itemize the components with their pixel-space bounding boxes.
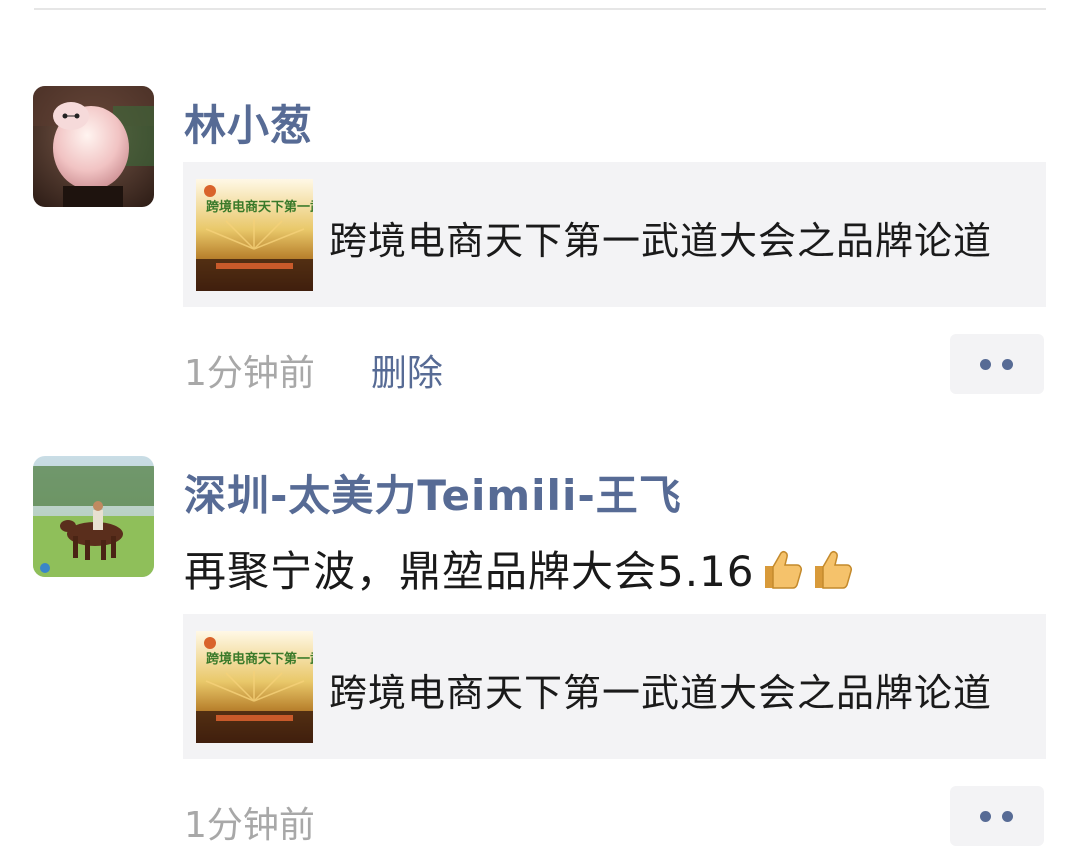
post-meta: 1分钟前 [184,796,315,848]
link-thumbnail: 跨境电商天下第一武道 [196,631,313,743]
more-dots-icon-2 [1002,811,1013,822]
post-meta: 1分钟前 删除 [184,344,443,396]
more-options-button[interactable] [950,334,1044,394]
event-poster-icon: 跨境电商天下第一武道 [196,179,313,291]
avatar[interactable] [33,86,154,207]
author-name[interactable]: 深圳-太美力Teimili-王飞 [184,462,682,523]
more-dots-icon [980,359,991,370]
author-name[interactable]: 林小葱 [184,92,313,153]
poster-overlay-text: 跨境电商天下第一武道 [206,199,313,215]
horse-rider-avatar-icon [33,456,154,577]
poster-overlay-text: 跨境电商天下第一武道 [206,651,313,667]
thumbs-up-icon [764,551,802,589]
post-body: 再聚宁波，鼎堃品牌大会5.16 [184,547,755,596]
thumbs-up-icon [814,551,852,589]
link-title: 跨境电商天下第一武道大会之品牌论道 [329,219,993,263]
big-white-robot-avatar-icon [33,86,154,207]
timestamp: 1分钟前 [184,353,315,394]
link-title: 跨境电商天下第一武道大会之品牌论道 [329,671,993,715]
more-dots-icon-2 [1002,359,1013,370]
more-dots-icon [980,811,991,822]
delete-link[interactable]: 删除 [371,353,443,394]
top-divider [34,8,1046,10]
link-card[interactable]: 跨境电商天下第一武道 跨境电商天下第一武道大会之品牌论道 [183,162,1046,307]
post-text: 再聚宁波，鼎堃品牌大会5.16 [184,538,855,599]
avatar[interactable] [33,456,154,577]
more-options-button[interactable] [950,786,1044,846]
link-thumbnail: 跨境电商天下第一武道 [196,179,313,291]
link-card[interactable]: 跨境电商天下第一武道 跨境电商天下第一武道大会之品牌论道 [183,614,1046,759]
timestamp: 1分钟前 [184,805,315,846]
event-poster-icon: 跨境电商天下第一武道 [196,631,313,743]
